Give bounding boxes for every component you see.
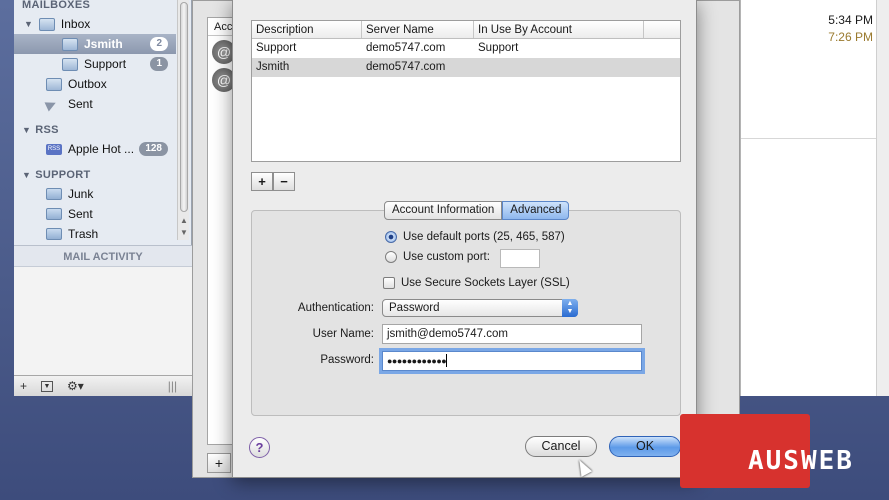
- sidebar-item-support[interactable]: Support 1: [62, 54, 176, 74]
- add-server-button[interactable]: +: [251, 172, 273, 191]
- custom-port-radio[interactable]: Use custom port:: [385, 251, 490, 263]
- radio-selected-icon: [385, 231, 397, 243]
- custom-port-input[interactable]: [500, 249, 540, 268]
- select-arrows-icon: ▲ ▼: [562, 299, 578, 317]
- mail-activity-area: [14, 267, 192, 375]
- mail-activity-header[interactable]: MAIL ACTIVITY: [14, 245, 192, 267]
- checkbox-icon: [383, 277, 395, 289]
- table-row[interactable]: Support demo5747.com Support: [252, 39, 680, 58]
- sidebar-scrollbar[interactable]: ▲ ▼: [177, 0, 189, 240]
- smtp-server-sheet: Description Server Name In Use By Accoun…: [232, 0, 697, 478]
- mail-sidebar: MAILBOXES ▼ Inbox Jsmith 2 Support 1 Out…: [14, 0, 192, 396]
- section-support[interactable]: ▼ SUPPORT: [22, 169, 91, 181]
- sidebar-item-outbox[interactable]: Outbox: [46, 74, 107, 94]
- unread-badge: 2: [150, 37, 168, 51]
- remove-server-button[interactable]: −: [273, 172, 295, 191]
- section-rss[interactable]: ▼ RSS: [22, 124, 59, 136]
- tab-advanced[interactable]: Advanced: [502, 201, 570, 220]
- tab-account-information[interactable]: Account Information: [384, 201, 503, 220]
- default-ports-radio[interactable]: Use default ports (25, 465, 587): [385, 231, 565, 243]
- scroll-down-arrow[interactable]: ▼: [180, 228, 188, 237]
- user-name-field[interactable]: jsmith@demo5747.com: [382, 324, 642, 344]
- tab-control: Account Information Advanced: [384, 201, 570, 220]
- sent-icon: [44, 96, 62, 112]
- text-caret: [446, 354, 448, 368]
- sidebar-item-sent[interactable]: Sent: [44, 94, 93, 114]
- radio-unselected-icon: [385, 251, 397, 263]
- show-hide-icon[interactable]: ▼: [41, 380, 54, 392]
- folder-icon: [46, 208, 62, 220]
- sidebar-item-apple-hot-news[interactable]: RSS Apple Hot ... 128: [46, 139, 176, 159]
- column-description[interactable]: Description: [252, 21, 362, 38]
- message-time: 5:34 PM: [828, 13, 873, 27]
- help-button[interactable]: ?: [249, 437, 270, 458]
- add-remove-buttons: + −: [251, 172, 295, 191]
- outbox-icon: [46, 77, 62, 91]
- sidebar-item-inbox[interactable]: ▼ Inbox: [24, 14, 90, 34]
- folder-icon: [46, 188, 62, 200]
- column-spacer: [644, 21, 666, 38]
- message-list: 5:34 PM 7:26 PM: [740, 0, 889, 396]
- table-header: Description Server Name In Use By Accoun…: [252, 21, 680, 39]
- sidebar-item-junk[interactable]: Junk: [46, 184, 93, 204]
- cancel-button[interactable]: Cancel: [525, 436, 597, 457]
- smtp-server-table[interactable]: Description Server Name In Use By Accoun…: [251, 20, 681, 162]
- password-label: Password:: [320, 354, 374, 366]
- rss-icon: RSS: [46, 143, 62, 155]
- inbox-icon: [38, 17, 55, 31]
- add-account-button[interactable]: +: [207, 453, 231, 473]
- gear-icon[interactable]: ⚙▾: [67, 379, 84, 393]
- authentication-select[interactable]: Password ▲ ▼: [382, 299, 578, 317]
- scroll-up-arrow[interactable]: ▲: [180, 216, 188, 225]
- password-field[interactable]: ●●●●●●●●●●●●: [382, 351, 642, 371]
- sidebar-item-jsmith[interactable]: Jsmith 2: [14, 34, 176, 54]
- add-mailbox-button[interactable]: +: [20, 379, 27, 393]
- column-in-use-by-account[interactable]: In Use By Account: [474, 21, 644, 38]
- column-server-name[interactable]: Server Name: [362, 21, 474, 38]
- sidebar-toolbar: + ▼ ⚙▾ |||: [14, 375, 192, 396]
- folder-icon: [46, 228, 62, 240]
- message-list-scrollbar[interactable]: [876, 0, 889, 396]
- sidebar-item-sent-folder[interactable]: Sent: [46, 204, 93, 224]
- ok-button[interactable]: OK: [609, 436, 681, 457]
- authentication-label: Authentication:: [297, 302, 374, 314]
- inbox-icon: [62, 57, 78, 71]
- ssl-checkbox[interactable]: Use Secure Sockets Layer (SSL): [383, 277, 570, 289]
- section-mailboxes[interactable]: MAILBOXES: [22, 0, 90, 11]
- table-row-selected[interactable]: Jsmith demo5747.com: [252, 58, 680, 77]
- inbox-icon: [62, 37, 78, 51]
- message-time: 7:26 PM: [828, 30, 873, 44]
- user-name-label: User Name:: [312, 328, 374, 340]
- watermark-text: AUSWEB: [748, 446, 854, 476]
- resize-handle[interactable]: |||: [168, 379, 177, 393]
- settings-tab-panel: Account Information Advanced Use default…: [251, 201, 681, 416]
- unread-badge: 128: [139, 142, 168, 156]
- sidebar-item-trash[interactable]: Trash: [46, 224, 98, 244]
- scrollbar-thumb[interactable]: [180, 2, 188, 212]
- unread-badge: 1: [150, 57, 168, 71]
